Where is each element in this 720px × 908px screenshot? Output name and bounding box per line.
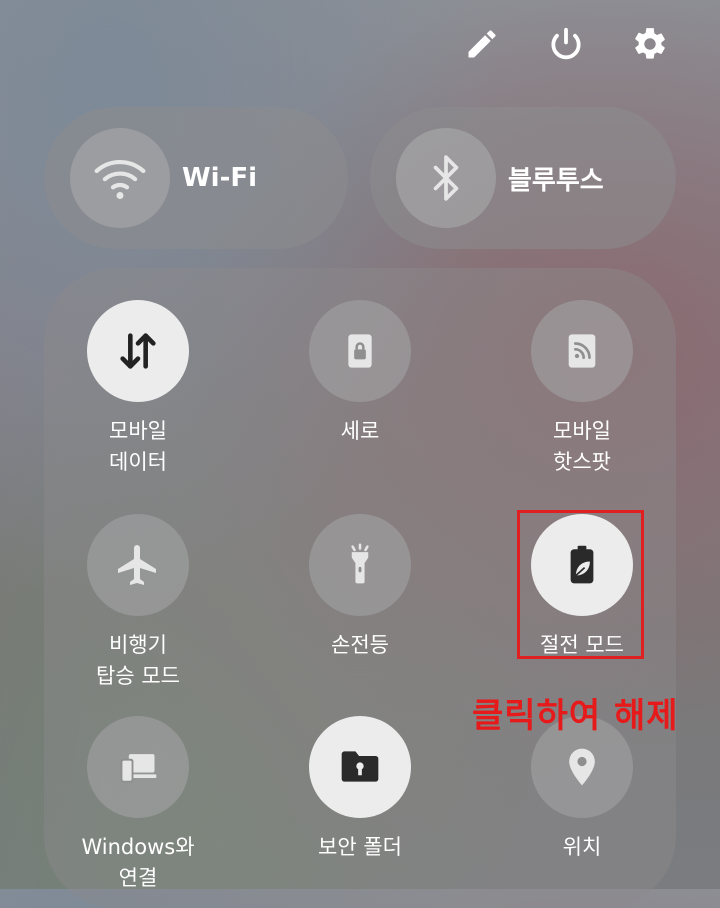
tile-airplane-mode[interactable]: 비행기 탑승 모드 [58,514,218,692]
bluetooth-icon[interactable] [396,128,496,228]
link-to-windows-icon[interactable] [87,716,189,818]
tile-location[interactable]: 위치 [502,716,662,863]
bluetooth-tile[interactable]: 블루투스 [370,107,676,249]
header-actions [460,22,672,66]
tile-label: 모바일 데이터 [109,419,167,474]
hotspot-icon[interactable] [531,300,633,402]
highlight-box [517,510,644,659]
wifi-icon[interactable] [70,128,170,228]
settings-icon[interactable] [628,22,672,66]
bluetooth-label: 블루투스 [508,165,604,196]
wifi-tile[interactable]: Wi-Fi [44,107,348,249]
tile-label: 손전등 [331,633,389,657]
tile-hotspot[interactable]: 모바일 핫스팟 [502,300,662,478]
tile-label: 모바일 핫스팟 [553,419,611,474]
secure-folder-icon[interactable] [309,716,411,818]
tile-label: 보안 폴더 [318,835,402,859]
tile-link-to-windows[interactable]: Windows와 연결 [58,716,218,894]
tile-flashlight[interactable]: 손전등 [280,514,440,661]
tile-label: Windows와 연결 [81,835,195,890]
airplane-icon[interactable] [87,514,189,616]
tile-label: 위치 [562,835,602,859]
wifi-label: Wi-Fi [182,163,258,193]
flashlight-icon[interactable] [309,514,411,616]
tile-secure-folder[interactable]: 보안 폴더 [280,716,440,863]
tile-label: 세로 [340,419,380,443]
tile-portrait[interactable]: 세로 [280,300,440,447]
edit-icon[interactable] [460,22,504,66]
tile-mobile-data[interactable]: 모바일 데이터 [58,300,218,478]
tile-label: 비행기 탑승 모드 [96,633,180,688]
power-icon[interactable] [544,22,588,66]
portrait-lock-icon[interactable] [309,300,411,402]
mobile-data-icon[interactable] [87,300,189,402]
callout-text: 클릭하여 해제 [472,696,679,736]
